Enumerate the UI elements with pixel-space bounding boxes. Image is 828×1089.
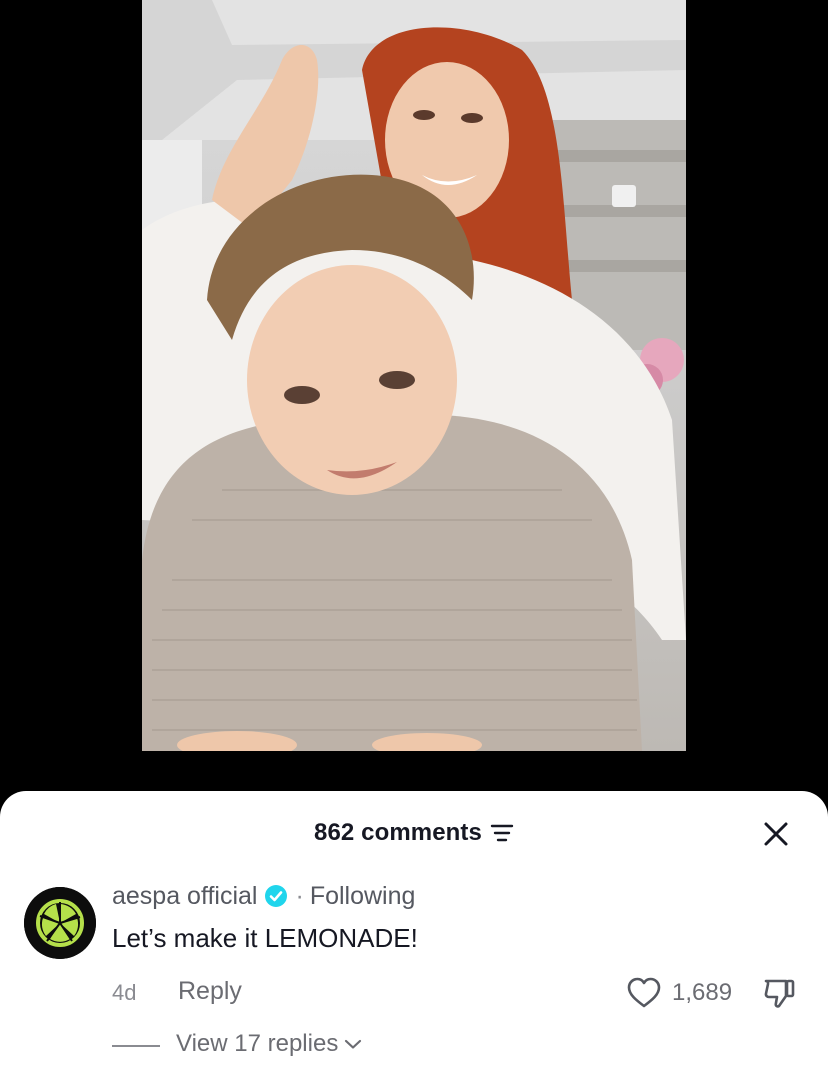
dislike-button[interactable] (762, 976, 798, 1010)
username[interactable]: aespa official (112, 882, 257, 911)
comment-text: Let’s make it LEMONADE! (112, 923, 418, 953)
comment-header: aespa official · Following (112, 881, 415, 911)
close-x-icon (764, 822, 788, 846)
view-replies-label: View 17 replies (176, 1030, 339, 1057)
chevron-down-icon (345, 1039, 362, 1049)
lemon-slice-logo-icon (24, 887, 96, 959)
replies-divider (112, 1045, 160, 1047)
view-replies-button[interactable]: View 17 replies (176, 1030, 362, 1058)
comments-count: 862 comments (314, 819, 482, 846)
video-player[interactable] (142, 0, 686, 751)
thumbs-down-icon (764, 979, 795, 1008)
video-frame-image (142, 0, 686, 751)
reply-button[interactable]: Reply (178, 977, 242, 1006)
close-button[interactable] (760, 818, 792, 850)
filter-lines-icon[interactable] (490, 823, 514, 843)
heart-icon (627, 977, 661, 1008)
verified-badge-icon (265, 885, 288, 907)
comments-header: 862 comments (0, 815, 828, 851)
comment-time: 4d (112, 980, 137, 1005)
avatar[interactable] (24, 887, 96, 959)
like-button[interactable] (626, 976, 662, 1010)
separator-dot: · (295, 881, 304, 910)
comments-sheet: 862 comments aespa official · Following … (0, 791, 828, 1089)
like-count: 1,689 (672, 979, 733, 1006)
following-label: Following (309, 881, 416, 910)
comment-item: aespa official · Following Let’s make it… (0, 881, 828, 1081)
